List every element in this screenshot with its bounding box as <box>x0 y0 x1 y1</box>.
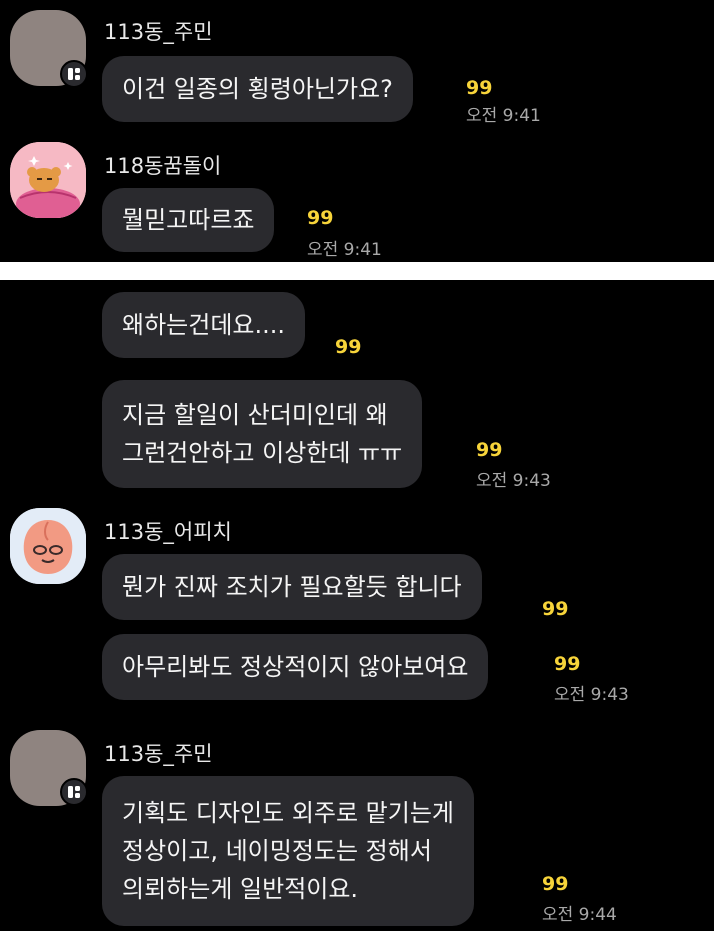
message-text: 이건 일종의 횡령아닌가요? <box>122 75 393 103</box>
avatar[interactable] <box>10 508 86 584</box>
sender-name: 113동_주민 <box>104 742 213 766</box>
unread-count: 99 <box>335 336 362 358</box>
unread-count: 99 <box>307 207 334 229</box>
sender-name: 113동_주민 <box>104 20 213 44</box>
message-text: 뭘믿고따르죠 <box>122 206 255 234</box>
message-line: 지금 할일이 산더미인데 왜 <box>122 401 388 429</box>
message-bubble[interactable]: 지금 할일이 산더미인데 왜 그런건안하고 이상한데 ㅠㅠ <box>102 380 423 488</box>
sender-name: 113동_어피치 <box>104 520 232 544</box>
app-badge-icon <box>60 778 88 806</box>
ryan-character-icon <box>10 142 86 218</box>
unread-count: 99 <box>476 439 503 461</box>
message-text: 왜하는건데요.... <box>122 311 285 339</box>
unread-count: 99 <box>542 598 569 620</box>
apeach-character-icon <box>10 508 86 584</box>
message-bubble[interactable]: 기획도 디자인도 외주로 맡기는게 정상이고, 네이밍정도는 정해서 의뢰하는게… <box>102 776 475 926</box>
message-line: 의뢰하는게 일반적이요. <box>122 875 359 903</box>
message-bubble[interactable]: 뭘믿고따르죠 <box>102 188 275 252</box>
message-bubble[interactable]: 왜하는건데요.... <box>102 292 305 358</box>
avatar[interactable] <box>10 142 86 218</box>
app-badge-icon <box>60 60 88 88</box>
message-text: 아무리봐도 정상적이지 않아보여요 <box>122 653 469 681</box>
message-line: 정상이고, 네이밍정도는 정해서 <box>122 837 432 865</box>
message-bubble[interactable]: 이건 일종의 횡령아닌가요? <box>102 56 413 122</box>
message-line: 기획도 디자인도 외주로 맡기는게 <box>122 799 455 827</box>
message-text: 뭔가 진짜 조치가 필요할듯 합니다 <box>122 573 462 601</box>
message-time: 오전 9:43 <box>554 685 629 705</box>
chat-panel-top: 113동_주민 이건 일종의 횡령아닌가요? 99 오전 9:41 118동꿈돌… <box>0 0 714 262</box>
sender-name: 118동꿈돌이 <box>104 154 222 178</box>
message-bubble[interactable]: 뭔가 진짜 조치가 필요할듯 합니다 <box>102 554 482 620</box>
unread-count: 99 <box>466 77 493 99</box>
unread-count: 99 <box>554 653 581 675</box>
message-time: 오전 9:43 <box>476 471 551 491</box>
message-time: 오전 9:44 <box>542 905 617 925</box>
message-line: 그런건안하고 이상한데 ㅠㅠ <box>122 439 403 467</box>
message-time: 오전 9:41 <box>466 106 541 126</box>
message-time: 오전 9:41 <box>307 240 382 260</box>
message-bubble[interactable]: 아무리봐도 정상적이지 않아보여요 <box>102 634 489 700</box>
unread-count: 99 <box>542 873 569 895</box>
chat-panel-bottom: 왜하는건데요.... 99 지금 할일이 산더미인데 왜 그런건안하고 이상한데… <box>0 280 714 931</box>
screenshot-divider <box>0 262 714 280</box>
